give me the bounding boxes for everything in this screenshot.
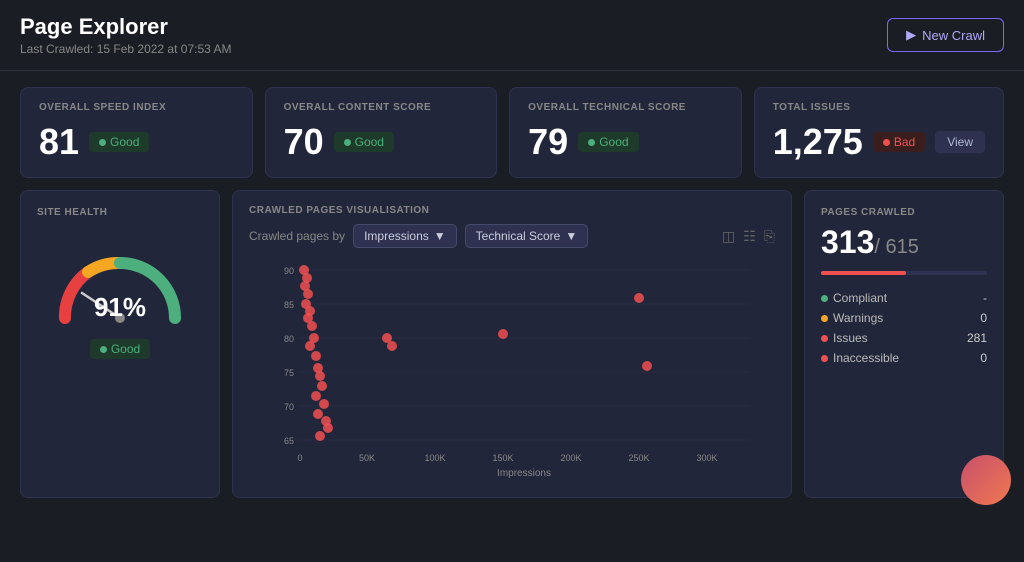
viz-title: CRAWLED PAGES VISUALISATION: [249, 205, 775, 216]
total-issues-value-row: 1,275 Bad View: [773, 121, 985, 163]
download-icon[interactable]: ⎘: [764, 228, 775, 245]
grid-icon[interactable]: ◫: [722, 228, 735, 245]
metrics-row: OVERALL SPEED INDEX 81 Good OVERALL CONT…: [0, 71, 1024, 190]
speed-index-badge: Good: [89, 132, 149, 152]
content-score-label: OVERALL CONTENT SCORE: [284, 102, 479, 113]
total-issues-value: 1,275: [773, 121, 863, 163]
technical-score-label: OVERALL TECHNICAL SCORE: [528, 102, 723, 113]
new-crawl-button[interactable]: ▶ New Crawl: [887, 18, 1004, 52]
total-issues-card: TOTAL ISSUES 1,275 Bad View: [754, 87, 1004, 178]
stat-inaccessible: Inaccessible 0: [821, 351, 987, 365]
visualisation-card: CRAWLED PAGES VISUALISATION Crawled page…: [232, 190, 792, 498]
stat-compliant: Compliant -: [821, 291, 987, 305]
chevron-down-icon: ▼: [434, 229, 446, 243]
speed-index-card: OVERALL SPEED INDEX 81 Good: [20, 87, 253, 178]
svg-text:75: 75: [284, 368, 294, 378]
crawled-by-label: Crawled pages by: [249, 229, 345, 243]
pages-progress-fill: [821, 271, 906, 275]
chart-area: 90 85 80 75 70 65 0 50K 100K 150K 200K: [249, 256, 775, 486]
scatter-chart: 90 85 80 75 70 65 0 50K 100K 150K 200K: [249, 256, 775, 486]
content-score-card: OVERALL CONTENT SCORE 70 Good: [265, 87, 498, 178]
chevron-down-icon-2: ▼: [565, 229, 577, 243]
table-icon[interactable]: ☷: [743, 228, 756, 245]
content-score-badge: Good: [334, 132, 394, 152]
gauge-container: 91%: [50, 238, 190, 323]
svg-text:90: 90: [284, 266, 294, 276]
play-icon: ▶: [906, 27, 916, 43]
compliant-dot: [821, 295, 828, 302]
content-score-value: 70: [284, 121, 324, 163]
issues-dot: [821, 335, 828, 342]
svg-text:200K: 200K: [560, 453, 581, 463]
avatar: [961, 455, 1011, 505]
speed-index-dot: [99, 139, 106, 146]
svg-text:150K: 150K: [492, 453, 513, 463]
page-title: Page Explorer: [20, 14, 231, 40]
inaccessible-dot: [821, 355, 828, 362]
svg-text:Impressions: Impressions: [497, 468, 551, 479]
technical-score-dropdown[interactable]: Technical Score ▼: [465, 224, 589, 248]
speed-index-value: 81: [39, 121, 79, 163]
technical-score-value-row: 79 Good: [528, 121, 723, 163]
impressions-dropdown[interactable]: Impressions ▼: [353, 224, 457, 248]
bottom-section: SITE HEALTH 91% G: [0, 190, 1024, 510]
svg-text:100K: 100K: [424, 453, 445, 463]
site-health-dot: [100, 346, 107, 353]
pages-crawled-count: 313/ 615: [821, 224, 987, 261]
site-health-label: SITE HEALTH: [37, 207, 107, 218]
technical-score-badge: Good: [578, 132, 638, 152]
warnings-dot: [821, 315, 828, 322]
content-score-value-row: 70 Good: [284, 121, 479, 163]
site-health-card: SITE HEALTH 91% G: [20, 190, 220, 498]
pages-stats: Compliant - Warnings 0 Issues 281: [821, 291, 987, 365]
technical-score-value: 79: [528, 121, 568, 163]
view-issues-button[interactable]: View: [935, 131, 985, 153]
technical-score-dot: [588, 139, 595, 146]
svg-text:85: 85: [284, 300, 294, 310]
gauge-center: 91%: [94, 292, 146, 323]
total-issues-dot: [883, 139, 890, 146]
svg-text:300K: 300K: [696, 453, 717, 463]
pages-progress-bar: [821, 271, 987, 275]
header-left: Page Explorer Last Crawled: 15 Feb 2022 …: [20, 14, 231, 56]
viz-controls: Crawled pages by Impressions ▼ Technical…: [249, 224, 775, 248]
stat-issues: Issues 281: [821, 331, 987, 345]
viz-icon-group: ◫ ☷ ⎘: [722, 228, 775, 245]
svg-text:70: 70: [284, 402, 294, 412]
stat-warnings: Warnings 0: [821, 311, 987, 325]
pages-crawled-card: PAGES CRAWLED 313/ 615 Compliant - Warni…: [804, 190, 1004, 498]
pages-crawled-label: PAGES CRAWLED: [821, 207, 987, 218]
technical-score-card: OVERALL TECHNICAL SCORE 79 Good: [509, 87, 742, 178]
gauge-percent: 91%: [94, 292, 146, 323]
speed-index-label: OVERALL SPEED INDEX: [39, 102, 234, 113]
svg-text:50K: 50K: [359, 453, 375, 463]
svg-text:65: 65: [284, 436, 294, 446]
svg-text:80: 80: [284, 334, 294, 344]
content-score-dot: [344, 139, 351, 146]
page-header: Page Explorer Last Crawled: 15 Feb 2022 …: [0, 0, 1024, 71]
last-crawled-text: Last Crawled: 15 Feb 2022 at 07:53 AM: [20, 42, 231, 56]
total-issues-badge: Bad: [873, 132, 925, 152]
svg-text:0: 0: [297, 453, 302, 463]
site-health-badge: Good: [90, 339, 150, 359]
total-issues-label: TOTAL ISSUES: [773, 102, 985, 113]
svg-text:250K: 250K: [628, 453, 649, 463]
speed-index-value-row: 81 Good: [39, 121, 234, 163]
